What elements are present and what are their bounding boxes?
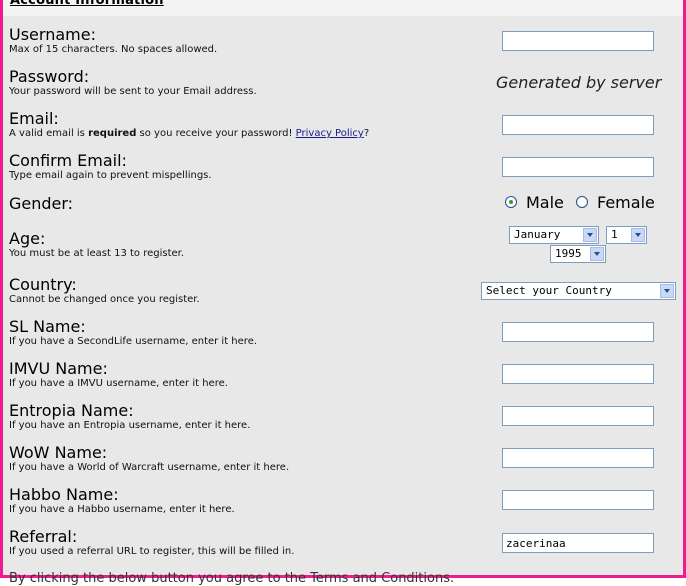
referral-hint: If you used a referral URL to register, … (9, 546, 295, 557)
email-hint-required: required (88, 128, 137, 139)
password-label: Password: (9, 67, 90, 86)
gender-male-label[interactable]: Male (526, 193, 564, 212)
referral-input[interactable] (502, 533, 654, 553)
age-hint: You must be at least 13 to register. (9, 248, 185, 259)
gender-female-label[interactable]: Female (597, 193, 655, 212)
birth-month-select[interactable]: January (509, 226, 599, 244)
username-input[interactable] (502, 31, 654, 51)
imvu-name-input[interactable] (502, 364, 654, 384)
password-hint: Your password will be sent to your Email… (9, 86, 257, 97)
sl-name-hint: If you have a SecondLife username, enter… (9, 336, 258, 347)
gender-label: Gender: (9, 194, 74, 213)
wow-name-input[interactable] (502, 448, 654, 468)
email-hint-mid: so you receive your password! (136, 128, 296, 139)
habbo-name-label: Habbo Name: (9, 485, 119, 504)
chevron-down-icon[interactable] (583, 228, 597, 242)
wow-name-hint: If you have a World of Warcraft username… (9, 462, 290, 473)
privacy-policy-link[interactable]: Privacy Policy (296, 128, 364, 139)
country-select[interactable]: Select your Country (481, 282, 676, 300)
entropia-name-hint: If you have an Entropia username, enter … (9, 420, 251, 431)
sl-name-label: SL Name: (9, 317, 86, 336)
habbo-name-input[interactable] (502, 490, 654, 510)
birth-day-select[interactable]: 1 (606, 226, 647, 244)
section-title: Account Information (10, 0, 164, 8)
country-value: Select your Country (486, 284, 612, 297)
gender-male-radio[interactable] (505, 196, 517, 208)
wow-name-label: WoW Name: (9, 443, 108, 462)
email-hint: A valid email is required so you receive… (9, 128, 369, 140)
birth-year-select[interactable]: 1995 (550, 245, 606, 263)
country-hint: Cannot be changed once you register. (9, 294, 200, 305)
birth-day-value: 1 (611, 228, 618, 241)
username-label: Username: (9, 25, 96, 44)
confirm-email-label: Confirm Email: (9, 151, 127, 170)
country-label: Country: (9, 275, 77, 294)
chevron-down-icon[interactable] (631, 228, 645, 242)
imvu-name-label: IMVU Name: (9, 359, 108, 378)
referral-label: Referral: (9, 527, 78, 546)
entropia-name-label: Entropia Name: (9, 401, 134, 420)
birth-month-value: January (514, 228, 561, 241)
birth-year-value: 1995 (555, 247, 582, 260)
sl-name-input[interactable] (502, 322, 654, 342)
habbo-name-hint: If you have a Habbo username, enter it h… (9, 504, 235, 515)
email-hint-post: ? (363, 128, 370, 139)
terms-notice-text: By clicking the below button you agree t… (9, 571, 455, 586)
email-label: Email: (9, 109, 59, 128)
confirm-email-hint: Type email again to prevent mispellings. (9, 170, 212, 181)
imvu-name-hint: If you have a IMVU username, enter it he… (9, 378, 228, 389)
age-label: Age: (9, 229, 46, 248)
gender-female-radio[interactable] (576, 196, 588, 208)
username-hint: Max of 15 characters. No spaces allowed. (9, 44, 218, 55)
confirm-email-input[interactable] (502, 157, 654, 177)
email-input[interactable] (502, 115, 654, 135)
password-generated-text: Generated by server (496, 73, 662, 92)
email-hint-pre: A valid email is (9, 128, 89, 139)
chevron-down-icon[interactable] (660, 284, 674, 298)
chevron-down-icon[interactable] (590, 247, 604, 261)
entropia-name-input[interactable] (502, 406, 654, 426)
